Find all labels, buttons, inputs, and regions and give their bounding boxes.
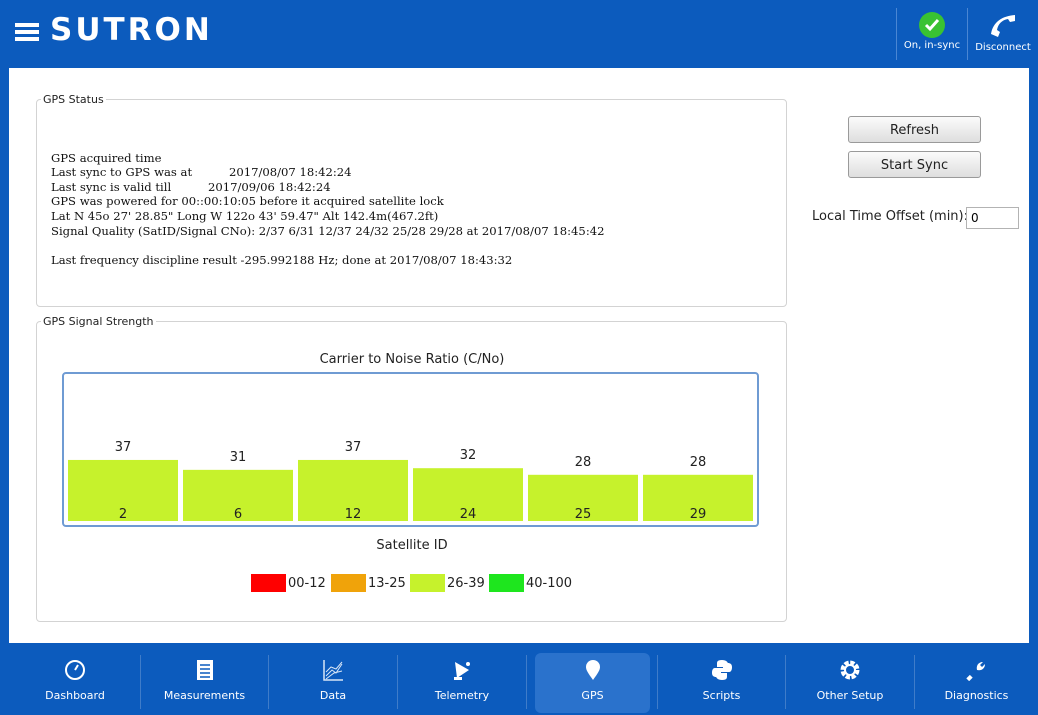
nav-label: Measurements xyxy=(163,689,246,702)
legend-swatch xyxy=(410,574,445,592)
python-icon xyxy=(711,660,732,680)
bar-chart: 37 2 31 6 37 12 32 24 28 25 28 29 xyxy=(68,440,753,522)
satellite-id-label: 24 xyxy=(460,507,477,522)
bar-value-label: 37 xyxy=(115,440,132,455)
nav-label: Diagnostics xyxy=(944,689,1009,702)
nav-gps[interactable]: GPS xyxy=(535,653,650,713)
bottom-nav: Dashboard Measurements Data Telemetry GP… xyxy=(0,645,1038,715)
legend-label: 13-25 xyxy=(368,575,406,591)
legend-label: 00-12 xyxy=(288,575,326,591)
bar-value-label: 28 xyxy=(690,455,707,470)
wrench-icon xyxy=(965,662,985,681)
nav-data[interactable]: Data xyxy=(269,653,397,713)
satellite-id-label: 6 xyxy=(234,507,242,522)
nav-telemetry[interactable]: Telemetry xyxy=(398,653,526,713)
legend-label: 26-39 xyxy=(447,575,485,591)
legend-label: 40-100 xyxy=(526,575,573,591)
chart-x-label: Satellite ID xyxy=(376,538,448,553)
satellite-id-label: 12 xyxy=(345,507,362,522)
legend-swatch xyxy=(331,574,366,592)
bar-value-label: 32 xyxy=(460,448,477,463)
legend-item: 13-25 xyxy=(331,574,406,592)
gauge-icon xyxy=(65,660,85,680)
satellite-id-label: 29 xyxy=(690,507,707,522)
nav-label: Data xyxy=(319,689,347,702)
legend-swatch xyxy=(251,574,286,592)
legend-item: 40-100 xyxy=(489,574,572,592)
nav-label: Scripts xyxy=(702,689,741,702)
nav-dashboard[interactable]: Dashboard xyxy=(10,653,140,713)
list-icon xyxy=(196,660,213,680)
bar-value-label: 31 xyxy=(230,450,247,465)
gear-icon xyxy=(840,660,860,680)
nav-scripts[interactable]: Scripts xyxy=(658,653,785,713)
satellite-id-label: 2 xyxy=(119,507,127,522)
nav-label: Other Setup xyxy=(816,689,884,702)
location-pin-icon xyxy=(585,660,600,680)
legend-swatch xyxy=(489,574,524,592)
nav-label: Dashboard xyxy=(45,689,105,702)
nav-divider xyxy=(526,655,527,709)
nav-other-setup[interactable]: Other Setup xyxy=(786,653,914,713)
bar-value-label: 28 xyxy=(575,455,592,470)
nav-label: Telemetry xyxy=(434,689,490,702)
satellite-id-label: 25 xyxy=(575,507,592,522)
nav-diagnostics[interactable]: Diagnostics xyxy=(915,653,1038,713)
legend-item: 26-39 xyxy=(410,574,485,592)
graph-icon xyxy=(323,660,343,681)
nav-measurements[interactable]: Measurements xyxy=(141,653,268,713)
nav-label: GPS xyxy=(581,689,604,702)
legend-item: 00-12 xyxy=(251,574,326,592)
satellite-icon xyxy=(454,662,470,680)
bar-value-label: 37 xyxy=(345,440,362,455)
